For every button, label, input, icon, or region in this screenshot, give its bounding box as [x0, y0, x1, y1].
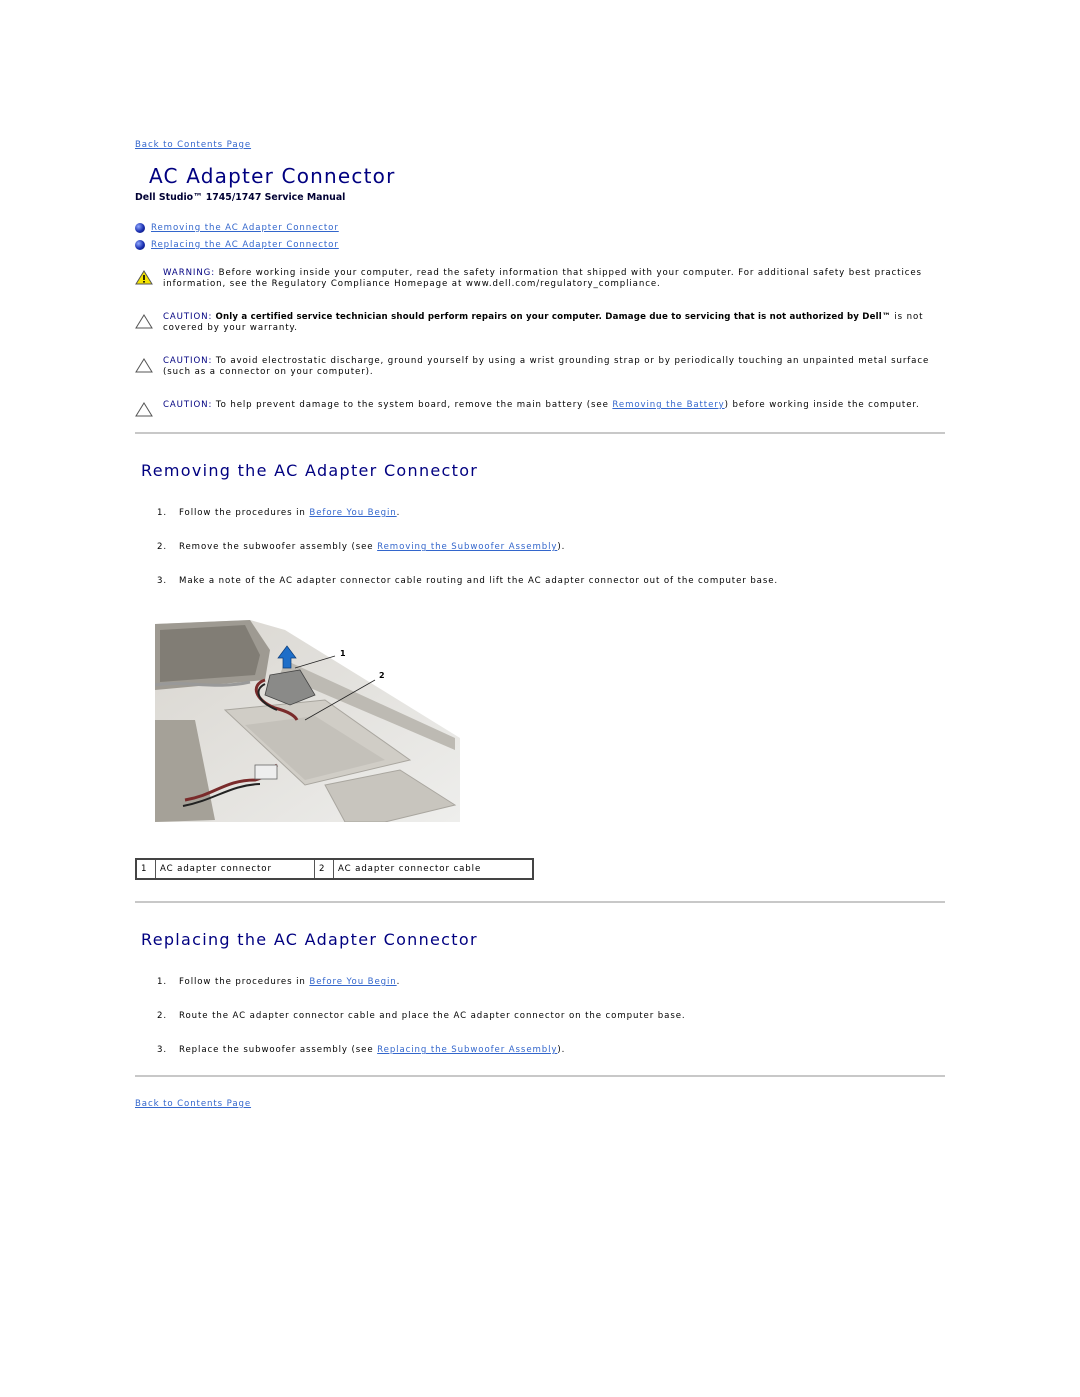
- caution-triangle-icon: [135, 312, 163, 334]
- step-number: 1.: [157, 508, 167, 518]
- caution-triangle-icon: [135, 356, 163, 378]
- warning-triangle-icon: [135, 268, 163, 290]
- replacing-heading: Replacing the AC Adapter Connector: [141, 930, 478, 949]
- step-number: 2.: [157, 542, 167, 552]
- table-row: 1 AC adapter connector 2 AC adapter conn…: [135, 858, 534, 880]
- step-text: .: [396, 508, 401, 518]
- back-to-contents-link-bottom[interactable]: Back to Contents Page: [135, 1099, 251, 1109]
- notice-text: To avoid electrostatic discharge, ground…: [163, 356, 930, 377]
- step-text: ).: [557, 1045, 566, 1055]
- step-text: Follow the procedures in: [179, 977, 310, 987]
- step-text: Make a note of the AC adapter connector …: [179, 576, 779, 586]
- list-item: 2. Route the AC adapter connector cable …: [135, 1011, 935, 1045]
- notice-label: CAUTION:: [163, 400, 213, 410]
- caution-triangle-icon: [135, 400, 163, 420]
- list-item: 3. Make a note of the AC adapter connect…: [135, 576, 935, 610]
- step-text: ).: [557, 542, 566, 552]
- before-you-begin-link[interactable]: Before You Begin: [309, 508, 396, 518]
- removing-subwoofer-link[interactable]: Removing the Subwoofer Assembly: [377, 542, 557, 552]
- warning-notice: WARNING: Before working inside your comp…: [135, 268, 945, 290]
- notice-label: CAUTION:: [163, 356, 213, 366]
- removing-heading: Removing the AC Adapter Connector: [141, 461, 479, 480]
- blue-bullet-icon: [135, 239, 145, 250]
- legend-number: 1: [135, 858, 156, 880]
- step-number: 3.: [157, 576, 167, 586]
- toc-link-replacing[interactable]: Replacing the AC Adapter Connector: [151, 240, 339, 250]
- blue-bullet-icon: [135, 222, 145, 233]
- section-divider: [135, 901, 945, 903]
- section-divider: [135, 1075, 945, 1077]
- list-item: 1. Follow the procedures in Before You B…: [135, 508, 935, 542]
- removing-steps: 1. Follow the procedures in Before You B…: [135, 508, 935, 610]
- caution-notice: CAUTION: To avoid electrostatic discharg…: [135, 356, 945, 378]
- step-text: Follow the procedures in: [179, 508, 310, 518]
- step-number: 2.: [157, 1011, 167, 1021]
- toc-item: Removing the AC Adapter Connector: [135, 219, 339, 236]
- list-item: 3. Replace the subwoofer assembly (see R…: [135, 1045, 935, 1079]
- caution-notice: CAUTION: Only a certified service techni…: [135, 312, 945, 334]
- replacing-subwoofer-link[interactable]: Replacing the Subwoofer Assembly: [377, 1045, 557, 1055]
- notice-text: ) before working inside the computer.: [724, 400, 920, 410]
- step-text: Replace the subwoofer assembly (see: [179, 1045, 378, 1055]
- step-text: .: [396, 977, 401, 987]
- page-title: AC Adapter Connector: [149, 164, 396, 188]
- list-item: 2. Remove the subwoofer assembly (see Re…: [135, 542, 935, 576]
- notice-bold-text: Only a certified service technician shou…: [212, 312, 891, 322]
- before-you-begin-link[interactable]: Before You Begin: [309, 977, 396, 987]
- legend-label: AC adapter connector cable: [333, 858, 534, 880]
- step-text: Route the AC adapter connector cable and…: [179, 1011, 686, 1021]
- step-number: 1.: [157, 977, 167, 987]
- section-divider: [135, 432, 945, 434]
- callout-2: 2: [379, 671, 385, 680]
- step-number: 3.: [157, 1045, 167, 1055]
- notice-text: To help prevent damage to the system boa…: [212, 400, 613, 410]
- back-to-contents-link-top[interactable]: Back to Contents Page: [135, 140, 251, 150]
- manual-subtitle: Dell Studio™ 1745/1747 Service Manual: [135, 192, 346, 203]
- callout-1: 1: [340, 649, 346, 658]
- toc-item: Replacing the AC Adapter Connector: [135, 236, 339, 253]
- legend-label: AC adapter connector: [155, 858, 315, 880]
- notice-label: WARNING:: [163, 268, 216, 278]
- caution-notice: CAUTION: To help prevent damage to the s…: [135, 400, 945, 420]
- replacing-steps: 1. Follow the procedures in Before You B…: [135, 977, 935, 1079]
- step-text: Remove the subwoofer assembly (see: [179, 542, 378, 552]
- legend-number: 2: [314, 858, 334, 880]
- toc-link-removing[interactable]: Removing the AC Adapter Connector: [151, 223, 339, 233]
- notice-label: CAUTION:: [163, 312, 213, 322]
- ac-adapter-connector-illustration: 1 2: [154, 620, 465, 823]
- callout-legend-table: 1 AC adapter connector 2 AC adapter conn…: [135, 858, 534, 880]
- list-item: 1. Follow the procedures in Before You B…: [135, 977, 935, 1011]
- table-of-contents: Removing the AC Adapter Connector Replac…: [135, 219, 339, 253]
- notice-text: Before working inside your computer, rea…: [163, 268, 922, 289]
- removing-battery-link[interactable]: Removing the Battery: [612, 400, 724, 410]
